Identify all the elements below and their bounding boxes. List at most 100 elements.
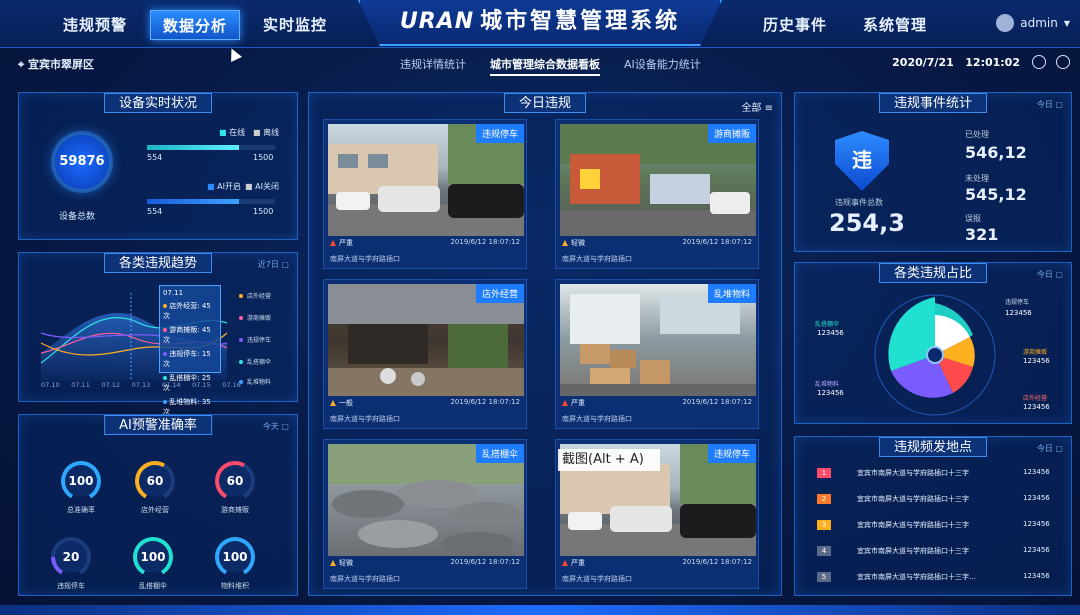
- hotspot-address: 宜宾市南屏大道与学府路插口十三字: [857, 495, 969, 503]
- device-total-label: 设备总数: [59, 212, 96, 222]
- datetime: 2020/7/21 12:01:02: [892, 56, 1020, 69]
- pie-label: 店外经营: [1023, 395, 1048, 402]
- legend-dot: [239, 315, 243, 320]
- today-panel: 今日违规 全部 ≡ 违规停车 严重 2019/6/12 18:07:12 南屏大…: [308, 92, 782, 596]
- severity: 严重: [330, 238, 353, 248]
- legend-dot: [239, 359, 243, 364]
- legend-item[interactable]: 乱搭棚伞: [239, 357, 271, 366]
- violation-card[interactable]: 游商摊贩 轻微 2019/6/12 18:07:12 南屏大道与学府路插口: [555, 119, 759, 269]
- today-title: 今日违规: [503, 93, 587, 113]
- location-pin-icon: ⌖: [18, 58, 29, 71]
- nav-system[interactable]: 系统管理: [845, 10, 945, 40]
- violation-card[interactable]: 店外经营 一般 2019/6/12 18:07:12 南屏大道与学府路插口: [323, 279, 527, 429]
- view-tabs: 违规详情统计 城市管理综合数据看板 AI设备能力统计: [400, 56, 701, 76]
- gauge-label: 乱搭棚伞: [139, 582, 167, 590]
- avatar: [996, 14, 1015, 32]
- severity-text: 轻微: [339, 559, 353, 567]
- pie-value: 123456: [817, 389, 844, 397]
- nav-history[interactable]: 历史事件: [745, 10, 845, 40]
- rank-number: 2: [817, 494, 831, 504]
- legend-item[interactable]: 游商摊贩: [239, 313, 271, 322]
- accuracy-gauge: 100 总准确率: [61, 461, 101, 514]
- date-text: 2020/7/21: [892, 56, 954, 69]
- handled-value: 546,12: [965, 143, 1027, 162]
- uran-logo: URAN: [399, 9, 475, 34]
- x-label: 07.14: [161, 381, 181, 389]
- x-label: 07.10: [41, 381, 60, 389]
- pie-value: 123456: [1023, 403, 1050, 411]
- location[interactable]: ⌖ 宜宾市翠屏区: [18, 56, 94, 72]
- severity-text: 严重: [571, 399, 585, 407]
- ratio-range[interactable]: 今日 ▢: [1037, 269, 1063, 280]
- legend-dot: [239, 379, 243, 384]
- gauge-label: 总准确率: [67, 506, 95, 514]
- ratio-title: 各类违规占比: [878, 263, 988, 283]
- tooltip-dot: [163, 400, 167, 404]
- hotspot-address: 宜宾市南屏大道与学府路插口十三字: [857, 547, 969, 555]
- today-filter[interactable]: 全部 ≡: [741, 99, 773, 114]
- severity-text: 一般: [339, 399, 353, 407]
- gauge-value: 60: [139, 465, 171, 497]
- gauge-value: 60: [219, 465, 251, 497]
- legend-offline-text: 离线: [263, 128, 280, 137]
- card-address: 南屏大道与学府路插口: [330, 415, 400, 423]
- nav-warning[interactable]: 违规预警: [50, 10, 140, 40]
- nav-monitor[interactable]: 实时监控: [250, 10, 340, 40]
- hotspot-row[interactable]: 1 宜宾市南屏大道与学府路插口十三字 123456: [817, 467, 1077, 481]
- violation-tag: 违规停车: [707, 444, 756, 463]
- refresh-icon[interactable]: [1056, 55, 1070, 69]
- hotspot-row[interactable]: 2 宜宾市南屏大道与学府路插口十三字 123456: [817, 493, 1077, 507]
- severity: 轻微: [330, 558, 353, 568]
- pie-label: 乱堆物料: [815, 381, 840, 388]
- hotspot-row[interactable]: 3 宜宾市南屏大道与学府路插口十三字 123456: [817, 519, 1077, 533]
- hotspot-range[interactable]: 今日 ▢: [1037, 443, 1063, 454]
- hotspot-row[interactable]: 5 宜宾市南屏大道与学府路插口十三字... 123456: [817, 571, 1077, 585]
- time-text: 12:01:02: [965, 56, 1020, 69]
- tab-dashboard[interactable]: 城市管理综合数据看板: [490, 56, 600, 76]
- notification-icon[interactable]: [1032, 55, 1046, 69]
- legend-text: 乱搭棚伞: [247, 359, 272, 366]
- gauge-ring: 100: [61, 461, 101, 501]
- legend-item[interactable]: 违规停车: [239, 335, 271, 344]
- warning-icon: [330, 240, 336, 246]
- card-time: 2019/6/12 18:07:12: [450, 558, 520, 566]
- violation-card[interactable]: 乱堆物料 严重 2019/6/12 18:07:12 南屏大道与学府路插口: [555, 279, 759, 429]
- user-menu[interactable]: admin ▼: [996, 14, 1070, 32]
- event-stats-range[interactable]: 今日 ▢: [1037, 99, 1063, 110]
- legend-ai-on: ■ AI开启: [207, 182, 241, 191]
- nav-analysis[interactable]: 数据分析: [150, 10, 240, 40]
- location-text: 宜宾市翠屏区: [28, 58, 95, 71]
- violation-card[interactable]: 违规停车 严重 2019/6/12 18:07:12 南屏大道与学府路插口: [323, 119, 527, 269]
- severity-text: 轻微: [571, 239, 585, 247]
- severity-text: 严重: [571, 559, 585, 567]
- pie-value: 123456: [817, 329, 844, 337]
- device-total-ring: 59876: [55, 135, 109, 189]
- tooltip-row-text: 游商摊贩: 45次: [163, 326, 211, 344]
- accuracy-panel: AI预警准确率 今天 ▢ 100 总准确率 60 店外经营 60 游商摊贩 20 违规停车 10…: [18, 414, 298, 596]
- gauge-label: 游商摊贩: [221, 506, 249, 514]
- legend-item[interactable]: 乱堆物料: [239, 377, 271, 386]
- hotspot-count: 123456: [1023, 572, 1050, 580]
- violation-tag: 违规停车: [475, 124, 524, 143]
- tab-violation-detail[interactable]: 违规详情统计: [400, 56, 466, 76]
- hotspot-row[interactable]: 4 宜宾市南屏大道与学府路插口十三字 123456: [817, 545, 1077, 559]
- street-photo: 乱堆物料: [560, 284, 756, 396]
- trend-title: 各类违规趋势: [103, 253, 213, 273]
- accuracy-range-text: 今天: [262, 422, 279, 431]
- warning-icon: [562, 240, 568, 246]
- tooltip-row-text: 店外经营: 45次: [163, 302, 211, 320]
- tab-ai-device[interactable]: AI设备能力统计: [624, 56, 701, 76]
- event-stats-range-text: 今日: [1036, 100, 1053, 109]
- online-bar: [147, 145, 275, 150]
- hotspot-count: 123456: [1023, 520, 1050, 528]
- trend-range[interactable]: 近7日 ▢: [258, 259, 289, 270]
- tooltip-row-text: 违规停车: 15次: [163, 350, 211, 368]
- legend-text: 违规停车: [247, 337, 272, 344]
- gauge-value: 100: [219, 541, 251, 573]
- violation-tag: 游商摊贩: [707, 124, 756, 143]
- gauge-label: 违规停车: [57, 582, 85, 590]
- violation-card[interactable]: 乱搭棚伞 轻微 2019/6/12 18:07:12 南屏大道与学府路插口: [323, 439, 527, 589]
- accuracy-range[interactable]: 今天 ▢: [263, 421, 289, 432]
- legend-item[interactable]: 店外经营: [239, 291, 271, 300]
- accuracy-gauge: 20 违规停车: [51, 537, 91, 590]
